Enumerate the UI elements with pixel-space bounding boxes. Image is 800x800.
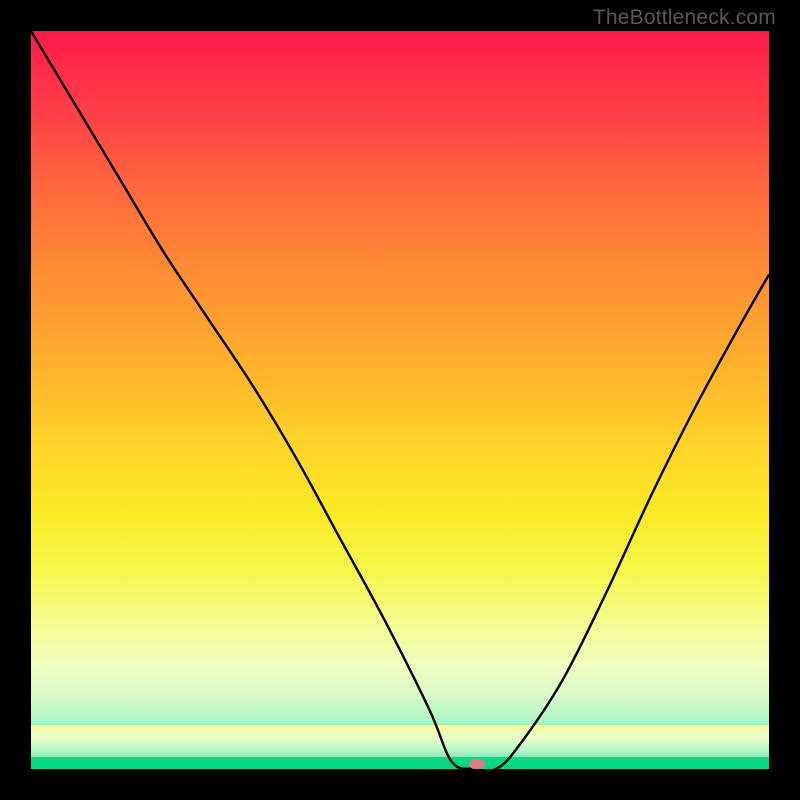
bottleneck-curve-line (31, 31, 769, 769)
optimal-marker (469, 759, 485, 769)
chart-viewport: TheBottleneck.com (0, 0, 800, 800)
watermark-text: TheBottleneck.com (593, 6, 776, 30)
plot-area (31, 31, 769, 769)
